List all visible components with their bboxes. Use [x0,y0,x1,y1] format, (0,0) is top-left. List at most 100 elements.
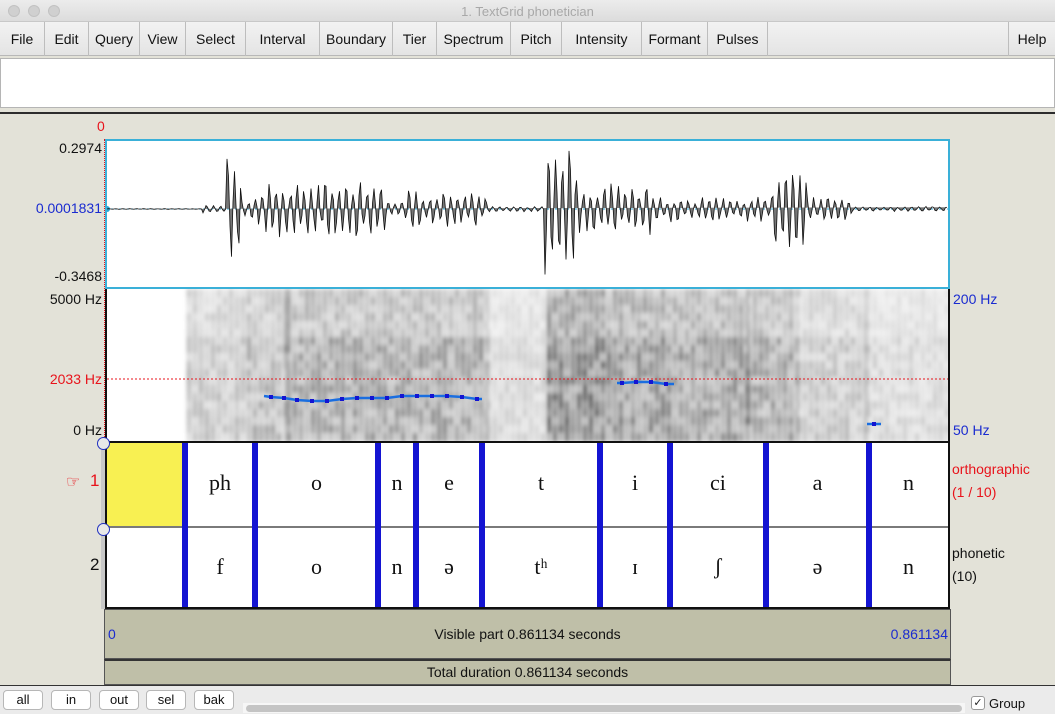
tier-2-handle-circle[interactable] [97,523,110,536]
spectrogram-cell [747,425,751,434]
spectrogram-cell [253,433,257,441]
selected-interval[interactable] [107,443,183,526]
group-checkbox[interactable]: ✓ [971,696,985,710]
interval-boundary[interactable] [375,443,381,607]
tier-1-interval[interactable]: o [255,470,378,496]
zoom-out-button[interactable]: out [99,690,139,710]
spectrogram-cell [873,353,877,362]
menu-interval[interactable]: Interval [246,22,320,56]
spectrogram-cell [833,321,837,330]
spectrogram-cell [359,305,363,314]
spectrogram-cell [727,377,731,386]
spectrogram-cell [253,297,257,306]
spectrogram-cell [335,321,339,330]
waveform-trace [107,150,948,275]
interval-boundary[interactable] [479,443,485,607]
spectrogram-cell [939,289,943,298]
spectrogram-cell [679,345,683,354]
tier-2-interval[interactable]: tʰ [482,554,600,580]
tier-2-interval[interactable]: ɪ [600,554,670,580]
tier-1-interval[interactable]: a [766,470,869,496]
tier-1-interval[interactable]: ci [670,470,766,496]
menu-spectrum[interactable]: Spectrum [437,22,511,56]
interval-boundary[interactable] [667,443,673,607]
spectrogram-cell [419,409,423,418]
menu-pitch[interactable]: Pitch [511,22,562,56]
spectrogram-cell [839,425,843,434]
spectrogram-cell [685,425,689,434]
spectrogram-cell [293,289,297,298]
total-duration-bar[interactable]: Total duration 0.861134 seconds [104,659,951,685]
menu-query[interactable]: Query [89,22,140,56]
menu-formant[interactable]: Formant [642,22,708,56]
spectrogram-cell [703,425,707,434]
zoom-in-button[interactable]: in [51,690,91,710]
spectrogram-cell [299,369,303,378]
spectrogram-cell [613,409,617,418]
spectrogram-panel[interactable] [105,289,950,441]
menu-intensity[interactable]: Intensity [562,22,642,56]
menu-pulses[interactable]: Pulses [708,22,768,56]
interval-boundary[interactable] [182,443,188,607]
interval-boundary[interactable] [252,443,258,607]
tier-2-interval[interactable]: f [185,554,255,580]
menu-boundary[interactable]: Boundary [320,22,393,56]
menu-tier[interactable]: Tier [393,22,437,56]
zoom-selection-button[interactable]: sel [146,690,186,710]
spectrogram-cell [265,401,269,410]
spectrogram-cell [921,337,925,346]
tier-2-interval[interactable]: ə [416,554,482,580]
spectrogram-cell [927,409,931,418]
spectrogram-cell [703,361,707,370]
interval-boundary[interactable] [413,443,419,607]
menu-help[interactable]: Help [1008,22,1055,56]
spectrogram-cell [499,321,503,330]
tier-2-interval[interactable]: ə [766,554,869,580]
menu-file[interactable]: File [0,22,45,56]
spectrogram-cell [721,353,725,362]
tier-1-interval[interactable]: ph [185,470,255,496]
waveform-panel[interactable] [105,139,950,289]
spectrogram-cell [885,401,889,410]
spectrogram-cell [335,369,339,378]
spectrogram-cell [845,329,849,338]
tier-1-handle-circle[interactable] [97,437,110,450]
tier-2-interval[interactable]: ʃ [670,554,766,580]
spectrogram-cell [277,401,281,410]
interval-boundary[interactable] [597,443,603,607]
spectrogram-cell [879,297,883,306]
spectrogram-cell [797,345,801,354]
spectrogram-cell [891,305,895,314]
tier-1-interval[interactable]: i [600,470,670,496]
zoom-all-button[interactable]: all [3,690,43,710]
tier-2-interval[interactable]: o [255,554,378,580]
spectrogram-cell [631,345,635,354]
menu-view[interactable]: View [140,22,186,56]
spectrogram-cell [487,361,491,370]
visible-part-bar[interactable]: 0 Visible part 0.861134 seconds 0.861134 [104,609,951,659]
spectrogram-cell [241,337,245,346]
spectrogram-cell [571,433,575,441]
interval-boundary[interactable] [763,443,769,607]
spectrogram-cell [747,401,751,410]
menu-select[interactable]: Select [186,22,246,56]
textgrid-tiers[interactable]: ph o n e t i ci a n f o n ə tʰ ɪ ʃ ə n [105,441,950,609]
tier-1-interval[interactable]: n [378,470,416,496]
interval-boundary[interactable] [866,443,872,607]
spectrogram-cell [253,369,257,378]
spectrogram-cell [839,393,843,402]
tier-2-interval[interactable]: n [869,554,948,580]
spectrogram-cell [419,361,423,370]
tier-1-interval[interactable]: e [416,470,482,496]
tier-1-interval[interactable]: n [869,470,948,496]
spectrogram-cell [547,369,551,378]
tier-2-interval[interactable]: n [378,554,416,580]
zoom-back-button[interactable]: bak [194,690,234,710]
spectrogram-cell [863,417,867,426]
menu-edit[interactable]: Edit [45,22,89,56]
spectrogram-cell [377,377,381,386]
scrollbar-thumb[interactable] [246,705,962,712]
tier-1-interval[interactable]: t [482,470,600,496]
interval-text-field[interactable] [0,58,1055,108]
spectrogram-cell [595,361,599,370]
